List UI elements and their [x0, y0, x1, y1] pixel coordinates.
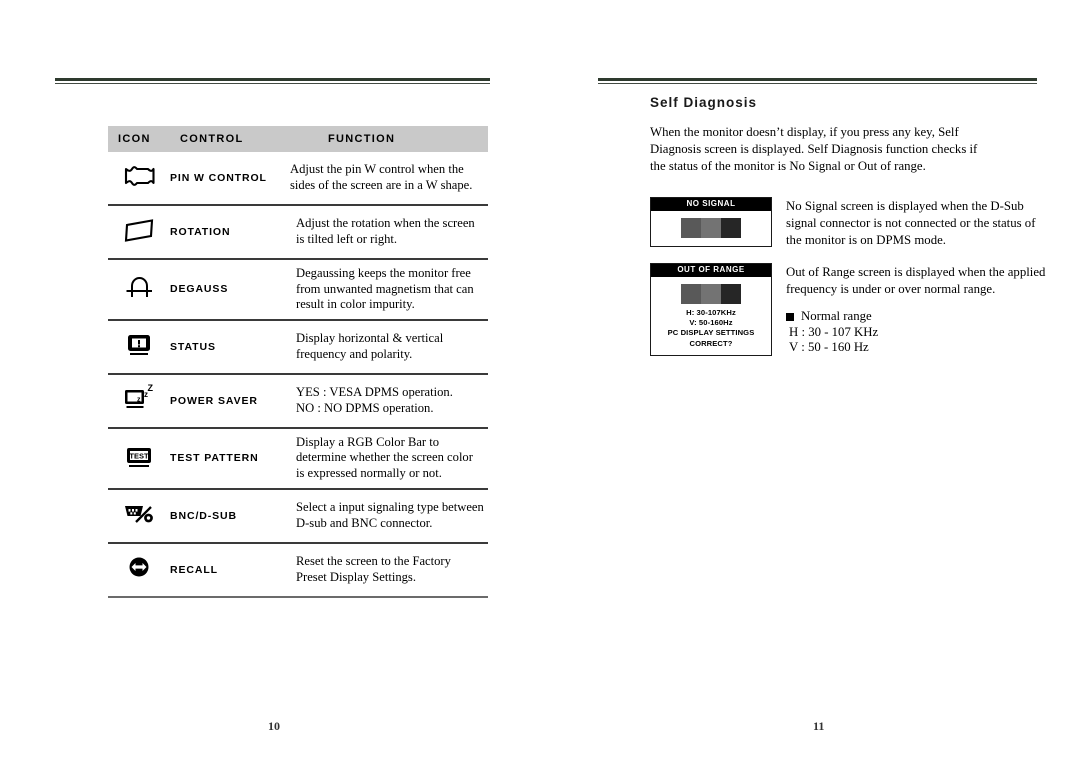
- row-icon-cell: z z Z: [108, 374, 170, 428]
- row-icon-cell: [108, 152, 170, 205]
- out-of-range-row: OUT OF RANGE H: 30-107KHz V: 50-160Hz PC…: [650, 263, 1050, 356]
- osd-v-frequency: V: 50-160Hz: [689, 318, 733, 328]
- top-rule-left: [55, 78, 490, 84]
- osd-bar-2: [701, 283, 721, 304]
- osd-bar-1: [681, 217, 701, 238]
- right-page: Self Diagnosis When the monitor doesn’t …: [540, 0, 1080, 764]
- row-control-label: PIN W CONTROL: [170, 172, 267, 184]
- osd-prompt-line-1: PC DISPLAY SETTINGS: [667, 328, 755, 338]
- row-control-label: ROTATION: [170, 226, 231, 238]
- no-signal-description-wrap: No Signal screen is displayed when the D…: [786, 197, 1050, 249]
- osd-bar-3: [721, 217, 741, 238]
- left-page: ICON CONTROL FUNCTION PIN W CONTROL Adju…: [0, 0, 540, 764]
- row-icon-cell: [108, 205, 170, 259]
- osd-bar-2: [701, 217, 721, 238]
- row-icon-cell: [108, 543, 170, 597]
- row-control-label: TEST PATTERN: [170, 452, 259, 465]
- row-icon-cell: TEST: [108, 428, 170, 489]
- column-header-function: FUNCTION: [328, 133, 396, 145]
- status-icon: [122, 329, 156, 359]
- row-icon-cell: [108, 489, 170, 543]
- section-title: Self Diagnosis: [650, 95, 758, 110]
- table-row: TEST TEST PATTERN Display a RGB Color Ba…: [108, 428, 488, 489]
- column-header-icon: ICON: [118, 133, 151, 145]
- row-function-text: Select a input signaling type between D-…: [296, 500, 484, 530]
- self-diagnosis-section: Self Diagnosis When the monitor doesn’t …: [650, 95, 1050, 356]
- test-pattern-icon: TEST: [122, 441, 156, 471]
- osd-bar-3: [721, 283, 741, 304]
- normal-range-block: Normal range H : 30 - 107 KHz V : 50 - 1…: [786, 309, 1050, 356]
- table-header-row: ICON CONTROL FUNCTION: [108, 126, 488, 152]
- row-icon-cell: [108, 259, 170, 320]
- osd-color-bars: [655, 217, 767, 238]
- osd-color-bars: [655, 283, 767, 304]
- out-of-range-description-wrap: Out of Range screen is displayed when th…: [786, 263, 1050, 356]
- svg-text:TEST: TEST: [129, 451, 149, 460]
- rule-thin: [55, 83, 490, 84]
- column-header-control: CONTROL: [180, 133, 244, 145]
- section-intro-text: When the monitor doesn’t display, if you…: [650, 125, 978, 174]
- table-header: ICON CONTROL FUNCTION: [108, 126, 488, 152]
- normal-range-heading: Normal range: [801, 309, 872, 324]
- rule-thin: [598, 83, 1037, 84]
- table-row: ROTATION Adjust the rotation when the sc…: [108, 205, 488, 259]
- table-row: z z Z POWER SAVER YES : VESA DPMS operat…: [108, 374, 488, 428]
- normal-range-h-line: H : 30 - 107 KHz: [789, 324, 879, 339]
- osd-prompt-line-2: CORRECT?: [689, 338, 733, 348]
- normal-range-heading-row: Normal range: [786, 309, 1050, 325]
- svg-text:Z: Z: [148, 383, 154, 393]
- row-function-text: YES : VESA DPMS operation. NO : NO DPMS …: [296, 385, 453, 415]
- no-signal-osd-title: NO SIGNAL: [651, 198, 771, 211]
- out-of-range-description: Out of Range screen is displayed when th…: [786, 265, 1046, 297]
- bnc-dsub-icon: [122, 498, 156, 528]
- power-saver-icon: z z Z: [122, 383, 156, 413]
- svg-text:z: z: [137, 397, 141, 404]
- no-signal-osd-preview: NO SIGNAL: [650, 197, 772, 247]
- row-icon-cell: [108, 320, 170, 374]
- out-of-range-osd-title: OUT OF RANGE: [651, 264, 771, 277]
- no-signal-osd-body: [651, 211, 771, 246]
- osd-h-frequency: H: 30-107KHz: [686, 307, 736, 317]
- row-function-text: Reset the screen to the Factory Preset D…: [296, 554, 451, 584]
- out-of-range-osd-body: H: 30-107KHz V: 50-160Hz PC DISPLAY SETT…: [651, 277, 771, 355]
- table-body: PIN W CONTROL Adjust the pin W control w…: [108, 152, 488, 597]
- row-control-label: DEGAUSS: [170, 283, 229, 296]
- row-function-text: Display a RGB Color Bar to determine whe…: [296, 434, 473, 481]
- page-number-right: 11: [813, 719, 825, 733]
- row-function-text: Display horizontal & vertical frequency …: [296, 331, 444, 361]
- row-control-label: STATUS: [170, 340, 216, 353]
- normal-range-v-line: V : 50 - 160 Hz: [789, 340, 869, 355]
- rotation-icon: [122, 215, 156, 245]
- recall-icon: [122, 552, 156, 582]
- row-control-label: BNC/D-SUB: [170, 509, 238, 522]
- osd-bar-1: [681, 283, 701, 304]
- page-number-left: 10: [268, 719, 280, 733]
- row-control-label: POWER SAVER: [170, 394, 258, 407]
- control-function-table: ICON CONTROL FUNCTION PIN W CONTROL Adju…: [108, 126, 488, 598]
- table-row: STATUS Display horizontal & vertical fre…: [108, 320, 488, 374]
- diagnosis-examples: NO SIGNAL No Signal screen is displayed …: [650, 197, 1050, 356]
- table-row: DEGAUSS Degaussing keeps the monitor fre…: [108, 259, 488, 320]
- no-signal-row: NO SIGNAL No Signal screen is displayed …: [650, 197, 1050, 249]
- row-function-text: Degaussing keeps the monitor free from u…: [296, 266, 474, 312]
- no-signal-description: No Signal screen is displayed when the D…: [786, 199, 1036, 248]
- table-row: RECALL Reset the screen to the Factory P…: [108, 543, 488, 597]
- square-bullet-icon: [786, 312, 794, 321]
- degauss-icon: [122, 272, 156, 302]
- row-function-text: Adjust the rotation when the screen is t…: [296, 216, 475, 246]
- row-control-label: RECALL: [170, 563, 218, 576]
- out-of-range-osd-preview: OUT OF RANGE H: 30-107KHz V: 50-160Hz PC…: [650, 263, 772, 356]
- table-row: PIN W CONTROL Adjust the pin W control w…: [108, 152, 488, 205]
- top-rule-right: [598, 78, 1037, 84]
- row-function-text: Adjust the pin W control when the sides …: [290, 162, 473, 192]
- pin-w-control-icon: [122, 161, 156, 191]
- table-row: BNC/D-SUB Select a input signaling type …: [108, 489, 488, 543]
